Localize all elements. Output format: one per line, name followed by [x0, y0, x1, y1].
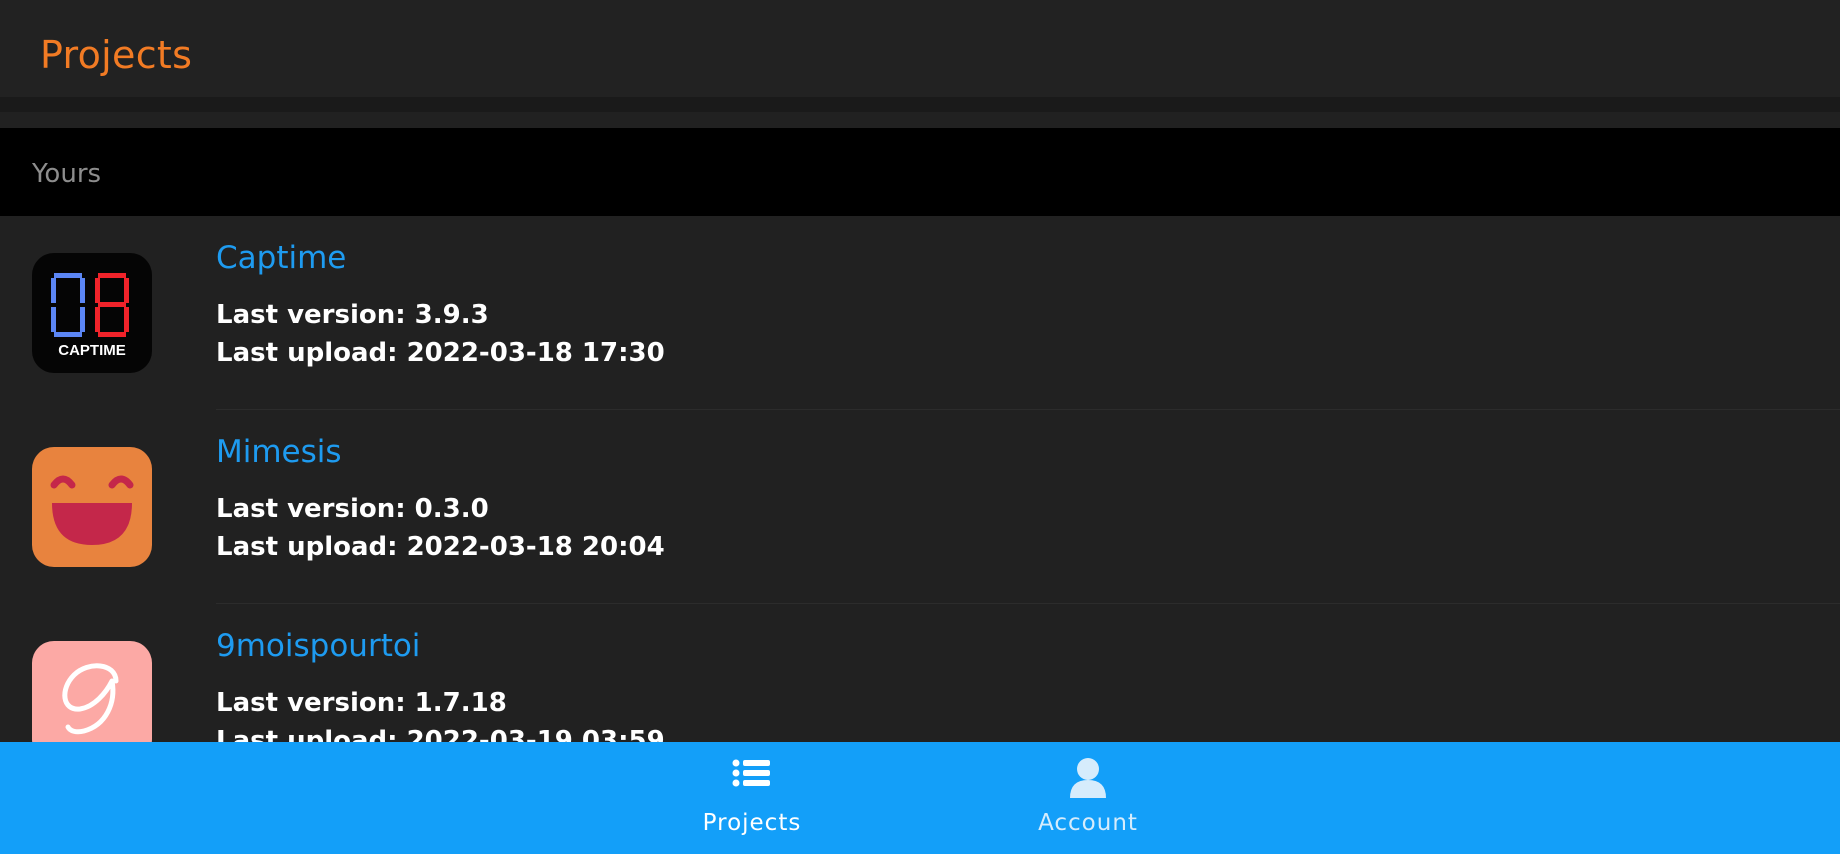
section-header-yours: Yours — [0, 128, 1840, 216]
tab-label: Projects — [702, 810, 802, 836]
tab-projects[interactable]: Projects — [672, 742, 832, 854]
project-last-version: Last version: 0.3.0 — [216, 494, 489, 524]
project-name[interactable]: Mimesis — [216, 434, 342, 470]
project-last-upload: Last upload: 2022-03-19 03:59 — [216, 726, 665, 742]
project-name[interactable]: 9moispourtoi — [216, 628, 420, 664]
user-icon — [1068, 756, 1108, 802]
bottom-tab-bar: Projects Account — [0, 742, 1840, 854]
app-header: Projects — [0, 0, 1840, 112]
tab-account[interactable]: Account — [1008, 742, 1168, 854]
mimesis-smiley-app-icon — [32, 447, 152, 567]
captime-icon-text: CAPTIME — [58, 342, 126, 359]
project-list: CAPTIME Captime Last version: 3.9.3 Last… — [0, 216, 1840, 742]
page-title: Projects — [40, 33, 193, 77]
project-last-upload: Last upload: 2022-03-18 20:04 — [216, 532, 665, 562]
project-name[interactable]: Captime — [216, 240, 346, 276]
project-row-9moispourtoi[interactable]: 9moispourtoi Last version: 1.7.18 Last u… — [0, 604, 1840, 742]
tab-label: Account — [1038, 810, 1138, 836]
project-last-upload: Last upload: 2022-03-18 17:30 — [216, 338, 665, 368]
list-icon — [732, 758, 772, 792]
project-row-captime[interactable]: CAPTIME Captime Last version: 3.9.3 Last… — [0, 216, 1840, 410]
project-last-version: Last version: 1.7.18 — [216, 688, 507, 718]
section-label: Yours — [32, 159, 102, 189]
9moispourtoi-app-icon — [32, 641, 152, 742]
project-row-mimesis[interactable]: Mimesis Last version: 0.3.0 Last upload:… — [0, 410, 1840, 604]
captime-app-icon: CAPTIME — [32, 253, 152, 373]
project-last-version: Last version: 3.9.3 — [216, 300, 489, 330]
